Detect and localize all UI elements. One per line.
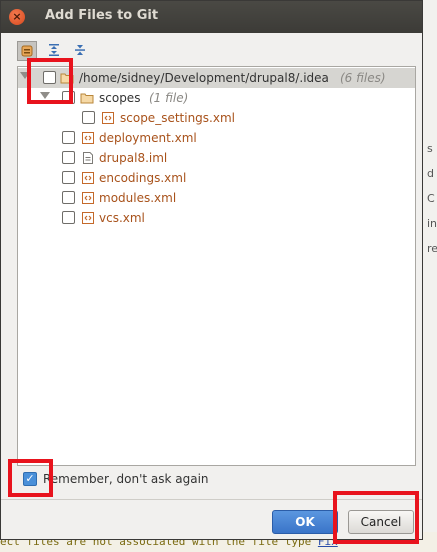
xml-file-icon xyxy=(82,192,94,204)
file-label: drupal8.iml xyxy=(99,151,168,165)
folder-icon xyxy=(80,93,94,104)
file-label: vcs.xml xyxy=(99,211,145,225)
tree-row-scopes[interactable]: scopes (1 file) xyxy=(18,88,415,108)
root-folder-label: /home/sidney/Development/drupal8/.idea xyxy=(79,71,329,85)
tree-row-file[interactable]: deployment.xml xyxy=(18,128,415,148)
file-checkbox[interactable] xyxy=(62,191,75,204)
collapse-all-icon xyxy=(75,45,85,55)
background-char: in xyxy=(427,217,437,230)
annotation-highlight-root-checkbox xyxy=(27,58,73,104)
expand-all-icon xyxy=(49,44,59,56)
file-checkbox[interactable] xyxy=(62,171,75,184)
annotation-highlight-remember xyxy=(8,459,53,497)
background-char: d xyxy=(427,167,434,180)
file-checkbox[interactable] xyxy=(62,151,75,164)
dialog-title: Add Files to Git xyxy=(45,8,159,23)
dialog-titlebar: × Add Files to Git xyxy=(1,1,422,33)
file-label: deployment.xml xyxy=(99,131,197,145)
background-char: C xyxy=(427,192,435,205)
file-tree: /home/sidney/Development/drupal8/.idea (… xyxy=(17,66,416,466)
annotation-highlight-cancel xyxy=(333,491,419,544)
tree-row-file[interactable]: drupal8.iml xyxy=(18,148,415,168)
tree-row-file[interactable]: scope_settings.xml xyxy=(18,108,415,128)
xml-file-icon xyxy=(82,132,94,144)
file-checkbox[interactable] xyxy=(62,131,75,144)
background-char: s xyxy=(427,142,433,155)
xml-file-icon xyxy=(102,112,114,124)
file-label: scope_settings.xml xyxy=(120,111,235,125)
xml-file-icon xyxy=(82,212,94,224)
collapse-all-button[interactable] xyxy=(71,41,91,61)
file-label: modules.xml xyxy=(99,191,177,205)
file-label: encodings.xml xyxy=(99,171,187,185)
tree-row-root[interactable]: /home/sidney/Development/drupal8/.idea (… xyxy=(18,68,415,88)
ok-button[interactable]: OK xyxy=(272,510,338,534)
tree-row-file[interactable]: modules.xml xyxy=(18,188,415,208)
remember-label[interactable]: Remember, don't ask again xyxy=(43,472,209,486)
scopes-folder-label: scopes xyxy=(99,91,141,105)
close-button[interactable]: × xyxy=(9,9,25,25)
group-by-directory-icon xyxy=(21,45,33,57)
background-char: re xyxy=(427,242,437,255)
iml-file-icon xyxy=(83,152,93,164)
background-editor-strip: s d C in re xyxy=(422,0,437,552)
xml-file-icon xyxy=(82,172,94,184)
file-checkbox[interactable] xyxy=(62,211,75,224)
root-file-count: (6 files) xyxy=(340,71,386,85)
scopes-file-count: (1 file) xyxy=(149,91,189,105)
file-checkbox[interactable] xyxy=(82,111,95,124)
tree-row-file[interactable]: encodings.xml xyxy=(18,168,415,188)
tree-row-file[interactable]: vcs.xml xyxy=(18,208,415,228)
